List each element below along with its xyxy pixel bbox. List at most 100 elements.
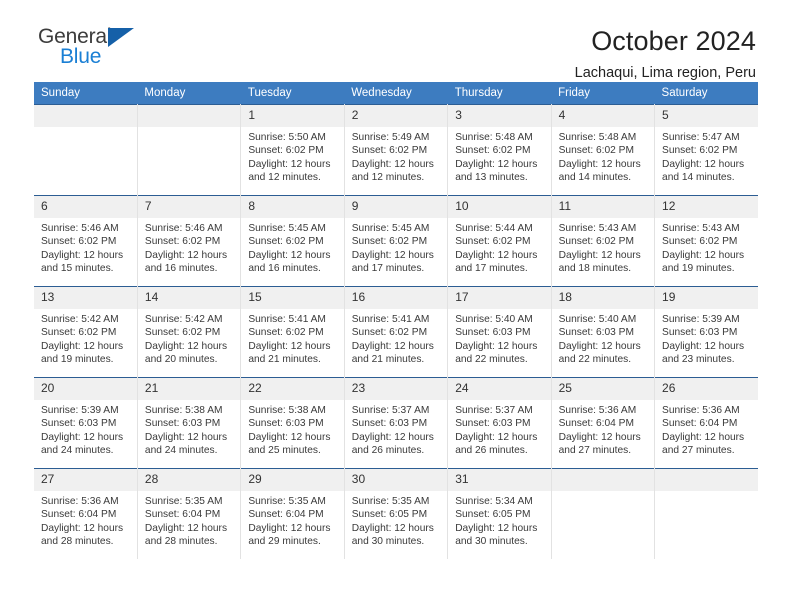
calendar-day-cell[interactable]: 29 Sunrise: 5:35 AM Sunset: 6:04 PM Dayligh… <box>240 468 345 559</box>
sunset-text: Sunset: 6:04 PM <box>558 418 634 430</box>
sunset-text: Sunset: 6:03 PM <box>248 418 324 430</box>
page-subtitle: Lachaqui, Lima region, Peru <box>574 65 756 81</box>
daylight-text-line1: Daylight: 12 hours <box>455 158 538 170</box>
day-number: 12 <box>655 196 758 218</box>
day-number: 13 <box>34 287 137 309</box>
daylight-text-line2: and 18 minutes. <box>558 263 632 275</box>
calendar-day-cell[interactable]: 20 Sunrise: 5:39 AM Sunset: 6:03 PM Dayligh… <box>34 377 138 469</box>
day-number: 21 <box>137 378 241 400</box>
daylight-text-line2: and 30 minutes. <box>455 536 528 548</box>
calendar-day-cell[interactable]: 31 Sunrise: 5:34 AM Sunset: 6:05 PM Dayligh… <box>447 468 552 559</box>
calendar-day-cell[interactable]: 23 Sunrise: 5:37 AM Sunset: 6:03 PM Dayligh… <box>344 377 449 469</box>
daylight-text-line2: and 24 minutes. <box>144 445 218 457</box>
calendar-day-cell[interactable]: 28 Sunrise: 5:35 AM Sunset: 6:04 PM Dayligh… <box>137 468 242 559</box>
sunrise-text: Sunrise: 5:36 AM <box>662 405 740 416</box>
calendar-day-cell[interactable]: 9 Sunrise: 5:45 AM Sunset: 6:02 PM Daylight… <box>344 195 449 287</box>
daylight-text-line1: Daylight: 12 hours <box>351 522 434 534</box>
daylight-text-line1: Daylight: 12 hours <box>662 431 745 443</box>
calendar-day-cell[interactable]: 4 Sunrise: 5:48 AM Sunset: 6:02 PM Daylight… <box>551 104 656 196</box>
calendar-day-cell[interactable]: 8 Sunrise: 5:45 AM Sunset: 6:02 PM Daylight… <box>240 195 345 287</box>
weekday-header-tuesday: Tuesday <box>240 82 345 105</box>
sunrise-text: Sunrise: 5:38 AM <box>248 405 326 416</box>
day-sun-info: Sunrise: 5:46 AM Sunset: 6:02 PM Daylight:… <box>34 218 137 276</box>
sunset-text: Sunset: 6:02 PM <box>248 236 324 248</box>
calendar-day-cell[interactable]: 15 Sunrise: 5:41 AM Sunset: 6:02 PM Dayligh… <box>240 286 345 378</box>
calendar-day-cell[interactable]: 26 Sunrise: 5:36 AM Sunset: 6:04 PM Dayligh… <box>654 377 758 469</box>
day-sun-info: Sunrise: 5:40 AM Sunset: 6:03 PM Daylight:… <box>448 309 550 367</box>
general-blue-logo[interactable]: General Blue <box>34 26 158 67</box>
calendar-day-cell[interactable]: 17 Sunrise: 5:40 AM Sunset: 6:03 PM Dayligh… <box>447 286 552 378</box>
calendar-day-cell[interactable]: 1 Sunrise: 5:50 AM Sunset: 6:02 PM Daylight… <box>240 104 345 196</box>
calendar-day-cell[interactable]: 25 Sunrise: 5:36 AM Sunset: 6:04 PM Dayligh… <box>551 377 656 469</box>
daylight-text-line2: and 26 minutes. <box>351 445 425 457</box>
calendar-day-cell[interactable]: 27 Sunrise: 5:36 AM Sunset: 6:04 PM Dayligh… <box>34 468 138 559</box>
calendar-day-cell[interactable]: 12 Sunrise: 5:43 AM Sunset: 6:02 PM Dayligh… <box>654 195 758 287</box>
sunrise-text: Sunrise: 5:41 AM <box>351 314 430 325</box>
day-sun-info: Sunrise: 5:42 AM Sunset: 6:02 PM Daylight:… <box>138 309 240 367</box>
calendar-day-cell[interactable]: 22 Sunrise: 5:38 AM Sunset: 6:03 PM Dayligh… <box>240 377 345 469</box>
day-sun-info: Sunrise: 5:44 AM Sunset: 6:02 PM Daylight:… <box>448 218 550 276</box>
daylight-text-line2: and 28 minutes. <box>144 536 218 548</box>
calendar-day-cell[interactable]: 30 Sunrise: 5:35 AM Sunset: 6:05 PM Dayligh… <box>344 468 449 559</box>
daylight-text-line1: Daylight: 12 hours <box>248 249 331 261</box>
day-number: 7 <box>137 196 241 218</box>
sunrise-text: Sunrise: 5:37 AM <box>351 405 430 416</box>
sunset-text: Sunset: 6:04 PM <box>662 418 738 430</box>
day-number: 29 <box>241 469 344 491</box>
day-number: 1 <box>241 105 344 127</box>
calendar-day-cell-empty <box>137 104 242 196</box>
day-sun-info: Sunrise: 5:35 AM Sunset: 6:04 PM Daylight:… <box>138 491 240 549</box>
calendar-day-cell[interactable]: 2 Sunrise: 5:49 AM Sunset: 6:02 PM Daylight… <box>344 104 449 196</box>
calendar-day-cell[interactable]: 3 Sunrise: 5:48 AM Sunset: 6:02 PM Daylight… <box>447 104 552 196</box>
calendar-day-cell[interactable]: 24 Sunrise: 5:37 AM Sunset: 6:03 PM Dayligh… <box>447 377 552 469</box>
sunset-text: Sunset: 6:02 PM <box>558 145 634 157</box>
weekday-header-sunday: Sunday <box>34 82 138 105</box>
day-sun-info: Sunrise: 5:41 AM Sunset: 6:02 PM Daylight:… <box>345 309 447 367</box>
sunset-text: Sunset: 6:05 PM <box>455 509 531 521</box>
calendar-day-cell[interactable]: 5 Sunrise: 5:47 AM Sunset: 6:02 PM Daylight… <box>654 104 758 196</box>
calendar-day-cell[interactable]: 10 Sunrise: 5:44 AM Sunset: 6:02 PM Dayligh… <box>447 195 552 287</box>
daylight-text-line2: and 15 minutes. <box>41 263 114 275</box>
calendar-day-cell[interactable]: 21 Sunrise: 5:38 AM Sunset: 6:03 PM Dayligh… <box>137 377 242 469</box>
weekday-header-thursday: Thursday <box>447 82 552 105</box>
daylight-text-line1: Daylight: 12 hours <box>662 249 745 261</box>
day-number: 25 <box>551 378 655 400</box>
daylight-text-line2: and 16 minutes. <box>248 263 321 275</box>
calendar-week-row: 6 Sunrise: 5:46 AM Sunset: 6:02 PM Daylight… <box>34 195 758 287</box>
calendar-day-cell-empty <box>34 104 138 196</box>
sunrise-text: Sunrise: 5:40 AM <box>455 314 533 325</box>
calendar-day-cell[interactable]: 18 Sunrise: 5:40 AM Sunset: 6:03 PM Dayligh… <box>551 286 656 378</box>
sunrise-text: Sunrise: 5:48 AM <box>455 132 533 143</box>
calendar-day-cell[interactable]: 16 Sunrise: 5:41 AM Sunset: 6:02 PM Dayligh… <box>344 286 449 378</box>
daylight-text-line1: Daylight: 12 hours <box>41 522 124 534</box>
sunrise-text: Sunrise: 5:44 AM <box>455 223 533 234</box>
daylight-text-line2: and 14 minutes. <box>558 172 632 184</box>
calendar-day-cell[interactable]: 19 Sunrise: 5:39 AM Sunset: 6:03 PM Dayligh… <box>654 286 758 378</box>
day-number: 9 <box>344 196 448 218</box>
day-number: 14 <box>137 287 241 309</box>
calendar-day-cell[interactable]: 6 Sunrise: 5:46 AM Sunset: 6:02 PM Daylight… <box>34 195 138 287</box>
sunrise-text: Sunrise: 5:42 AM <box>41 314 119 325</box>
calendar-day-cell-empty <box>551 468 656 559</box>
sunrise-text: Sunrise: 5:50 AM <box>248 132 326 143</box>
day-number: 6 <box>34 196 137 218</box>
day-number: 24 <box>448 378 551 400</box>
daylight-text-line2: and 23 minutes. <box>662 354 735 366</box>
calendar-day-cell[interactable]: 7 Sunrise: 5:46 AM Sunset: 6:02 PM Daylight… <box>137 195 242 287</box>
day-number: 5 <box>655 105 758 127</box>
sunset-text: Sunset: 6:02 PM <box>144 327 221 339</box>
calendar-day-cell[interactable]: 13 Sunrise: 5:42 AM Sunset: 6:02 PM Dayligh… <box>34 286 138 378</box>
day-sun-info: Sunrise: 5:35 AM Sunset: 6:04 PM Daylight:… <box>241 491 343 549</box>
calendar-body: 1 Sunrise: 5:50 AM Sunset: 6:02 PM Daylight… <box>34 104 758 559</box>
sunrise-text: Sunrise: 5:46 AM <box>144 223 223 234</box>
weekday-header-row: Sunday Monday Tuesday Wednesday Thursday… <box>34 82 758 105</box>
calendar-day-cell[interactable]: 11 Sunrise: 5:43 AM Sunset: 6:02 PM Dayligh… <box>551 195 656 287</box>
page-title: October 2024 <box>591 26 756 56</box>
day-sun-info: Sunrise: 5:49 AM Sunset: 6:02 PM Daylight:… <box>345 127 447 185</box>
sunset-text: Sunset: 6:02 PM <box>662 236 738 248</box>
day-number: 4 <box>551 105 655 127</box>
daylight-text-line2: and 27 minutes. <box>558 445 632 457</box>
calendar-day-cell[interactable]: 14 Sunrise: 5:42 AM Sunset: 6:02 PM Dayligh… <box>137 286 242 378</box>
daylight-text-line1: Daylight: 12 hours <box>455 522 538 534</box>
sunrise-text: Sunrise: 5:43 AM <box>558 223 637 234</box>
